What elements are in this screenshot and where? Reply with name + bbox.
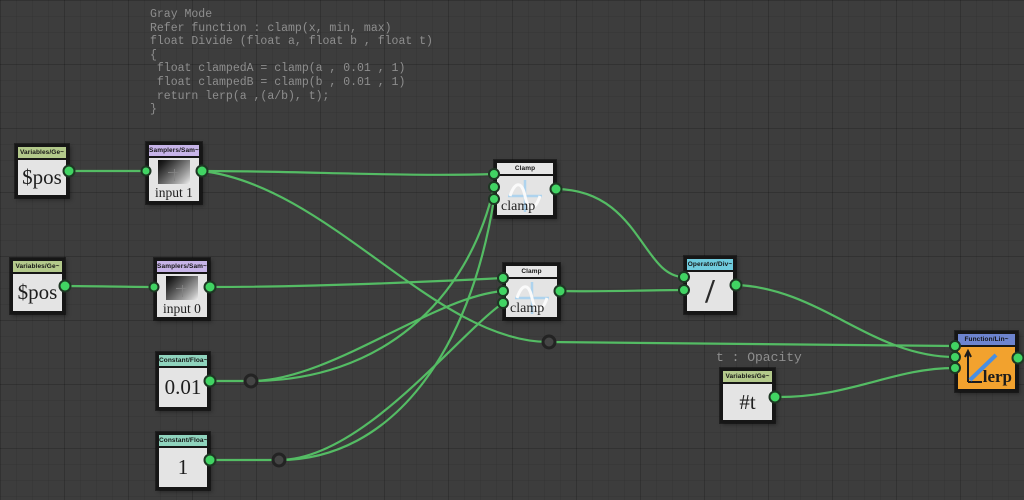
node-constant-001[interactable]: Constant/Floa~ 0.01	[156, 352, 210, 410]
node-clamp-1[interactable]: Clamp clamp	[494, 160, 556, 218]
wire-pos2-to-sampler0[interactable]	[64, 284, 155, 289]
node-header: Variables/Ge~	[723, 371, 772, 384]
wire-sampler0-to-clamp2-in1[interactable]	[209, 276, 504, 289]
node-header: Variables/Ge~	[13, 261, 62, 274]
gradient-thumbnail	[158, 160, 190, 184]
node-header: Clamp	[497, 163, 553, 176]
node-pos-1[interactable]: Variables/Ge~ $pos	[15, 144, 69, 198]
wire-clamp1-to-divide-in1[interactable]	[555, 187, 685, 279]
node-clamp-2[interactable]: Clamp clamp	[503, 263, 560, 320]
reroute-knot[interactable]	[541, 334, 557, 350]
reroute-knot[interactable]	[271, 452, 287, 468]
node-sampler-input0[interactable]: Samplers/Sam~ input 0	[154, 258, 210, 320]
code-comment: Gray Mode Refer function : clamp(x, min,…	[150, 8, 433, 117]
node-label: input 0	[163, 301, 201, 316]
node-header: Clamp	[506, 266, 557, 279]
node-label: $pos	[22, 165, 62, 189]
wire-clamp2-to-divide-in2[interactable]	[559, 288, 685, 293]
node-label: #t	[739, 389, 756, 414]
reroute-knot[interactable]	[243, 373, 259, 389]
node-pos-2[interactable]: Variables/Ge~ $pos	[10, 258, 65, 314]
node-header: Constant/Floa~	[159, 435, 207, 448]
wire-divide-to-lerp-in2[interactable]	[735, 283, 956, 359]
node-label: 1	[177, 455, 189, 479]
node-label: /	[705, 272, 715, 310]
node-label: clamp	[501, 199, 536, 214]
node-header: Operator/Div~	[687, 259, 733, 272]
node-sampler-input1[interactable]: Samplers/Sam~ input 1	[146, 142, 202, 204]
wire-knot1-to-clamp1-in2[interactable]	[250, 186, 496, 383]
node-header: Constant/Floa~	[159, 355, 207, 368]
wire-t-to-lerp-in3[interactable]	[774, 366, 956, 399]
node-label: 0.01	[164, 375, 202, 399]
node-label: lerp	[982, 367, 1012, 386]
gradient-thumbnail	[166, 276, 198, 300]
wire-sampler1-to-clamp1-in1[interactable]	[201, 169, 495, 176]
node-t[interactable]: Variables/Ge~ #t	[720, 368, 775, 423]
node-constant-1[interactable]: Constant/Floa~ 1	[156, 432, 210, 490]
node-label: clamp	[510, 301, 545, 316]
node-header: Samplers/Sam~	[157, 261, 207, 274]
node-header: Variables/Ge~	[18, 147, 66, 160]
wire-knot2-to-clamp2-in3[interactable]	[278, 302, 504, 462]
node-lerp[interactable]: Function/Lin~ lerp	[955, 331, 1018, 392]
node-divide[interactable]: Operator/Div~ /	[684, 256, 736, 314]
wire-knot-to-lerp-in1[interactable]	[548, 340, 956, 348]
node-label: $pos	[17, 280, 58, 304]
node-label: input 1	[155, 185, 193, 200]
t-opacity-label: t : Opacity	[716, 350, 802, 365]
node-header: Function/Lin~	[958, 334, 1015, 347]
wire-knot2-to-clamp1-in3[interactable]	[278, 198, 496, 462]
node-graph-canvas[interactable]: Gray Mode Refer function : clamp(x, min,…	[0, 0, 1024, 500]
wire-knot1-to-clamp2-in2[interactable]	[250, 289, 504, 383]
node-header: Samplers/Sam~	[149, 145, 199, 158]
